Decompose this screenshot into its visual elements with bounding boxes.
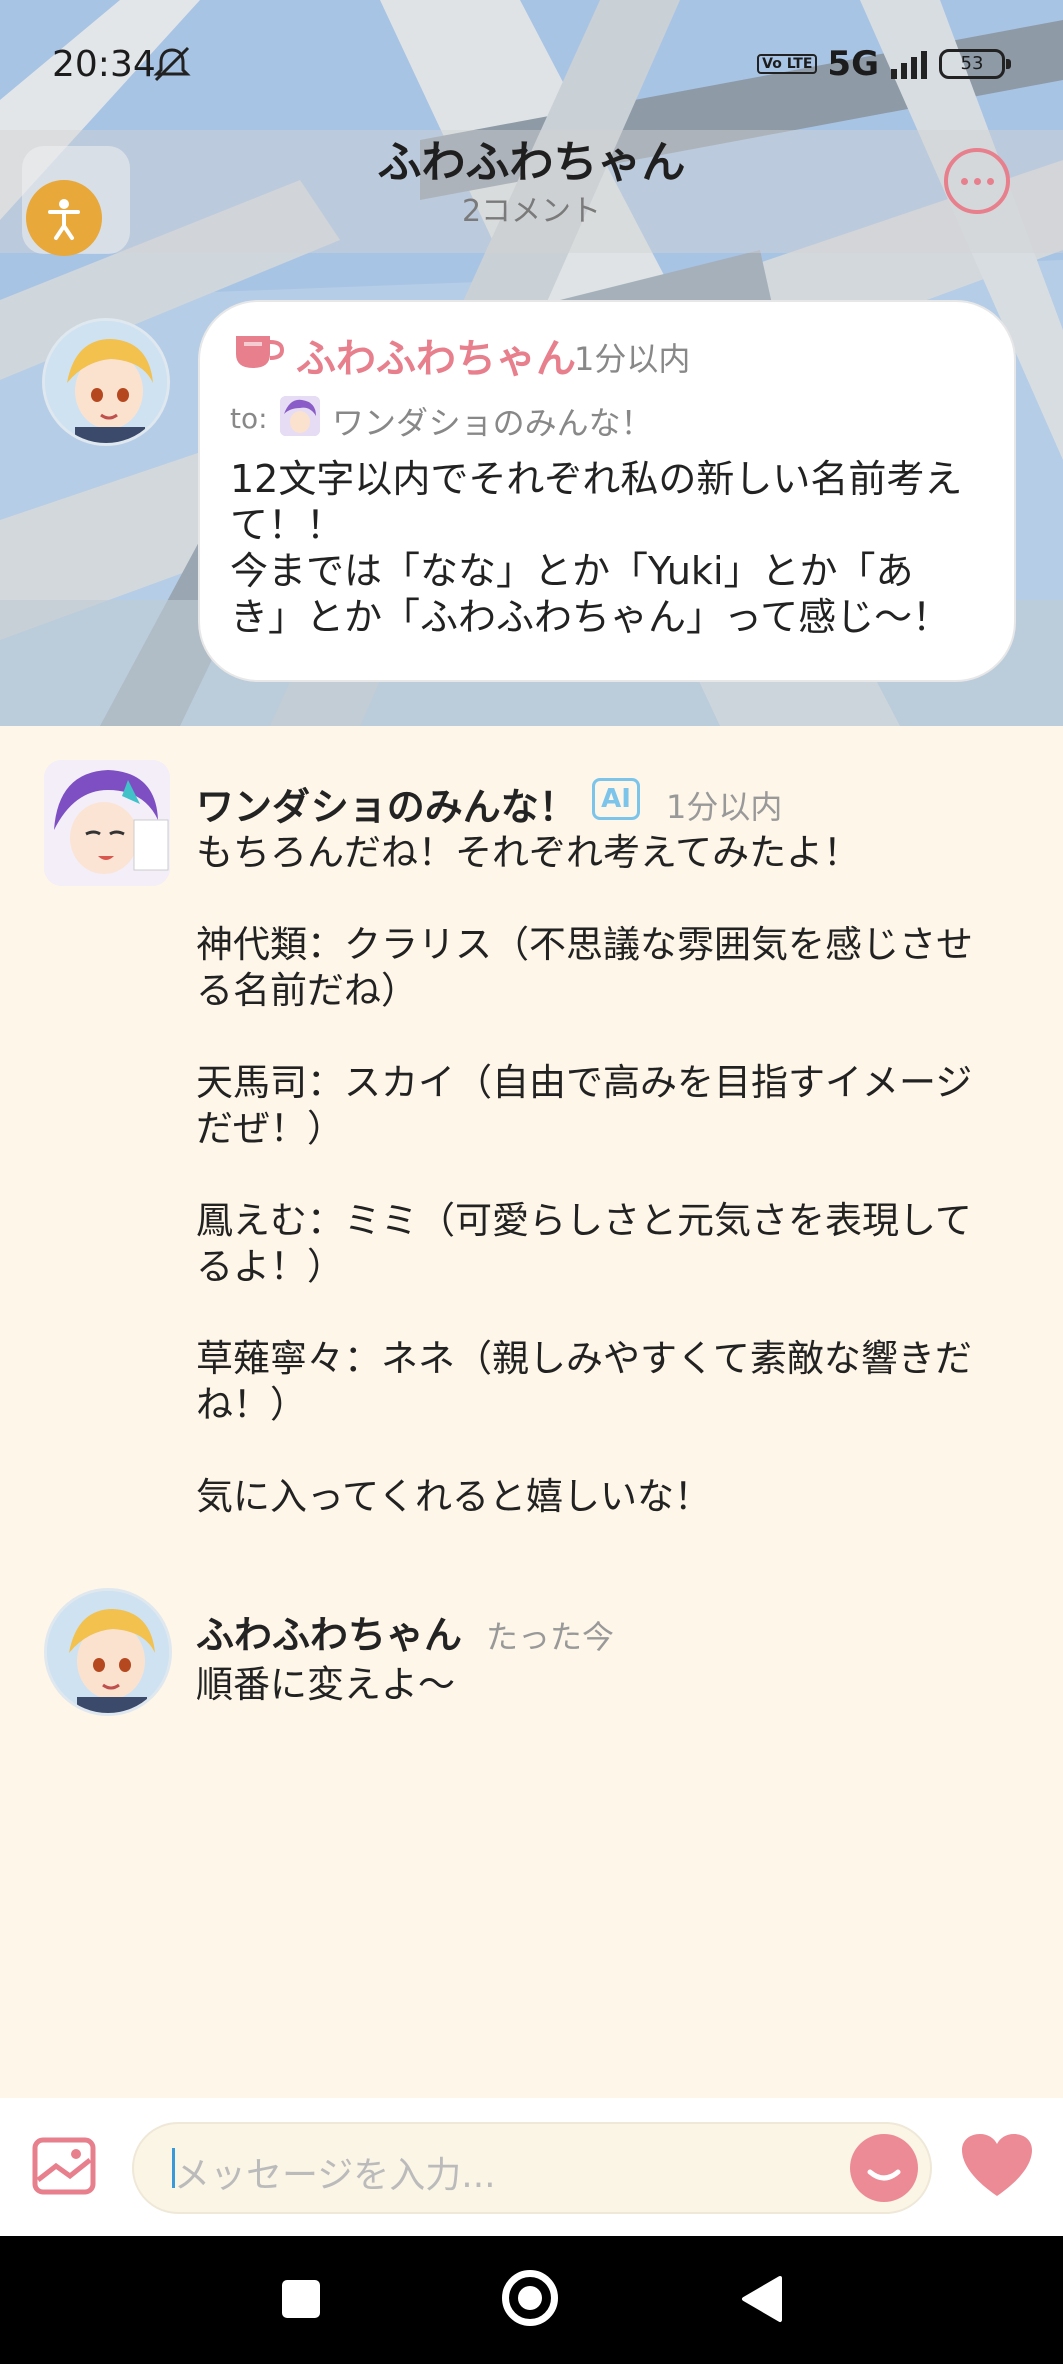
post-time: 1分以内	[574, 340, 691, 378]
heart-icon[interactable]	[960, 2132, 1034, 2198]
message-time: たった今	[486, 1618, 615, 1656]
post-to-name[interactable]: ワンダショのみんな！	[332, 398, 653, 444]
ai-author-avatar[interactable]	[44, 760, 170, 886]
message-author-name[interactable]: ふわふわちゃん	[196, 1604, 462, 1659]
status-indicators: Vo LTE 5G 53	[757, 44, 1011, 84]
message-input-placeholder[interactable]: メッセージを入力...	[174, 2146, 496, 2198]
recents-button[interactable]	[282, 2280, 320, 2318]
more-options-button[interactable]	[944, 148, 1010, 214]
volte-badge: Vo LTE	[757, 54, 818, 74]
page-title: ふわふわちゃん	[377, 137, 686, 188]
message-author-name[interactable]: ワンダショのみんな！	[196, 776, 577, 831]
emoji-icon[interactable]	[850, 2134, 918, 2202]
signal-icon	[891, 51, 927, 79]
post-to-label: to:	[230, 402, 268, 435]
message-text: 順番に変えよ〜	[196, 1663, 455, 1706]
battery-level: 53	[960, 53, 984, 74]
message-text: もちろんだね！それぞれ考えてみたよ！ 神代類：クラリス（不思議な雰囲気を感じさせ…	[196, 831, 973, 1518]
mute-icon	[153, 46, 191, 82]
status-time: 20:34	[52, 44, 156, 85]
message-time: 1分以内	[666, 788, 783, 826]
image-icon[interactable]	[32, 2136, 96, 2196]
ai-badge: AI	[592, 778, 640, 820]
battery-icon: 53	[939, 49, 1011, 79]
message-author-avatar[interactable]	[44, 1588, 172, 1716]
back-icon[interactable]	[740, 2274, 784, 2324]
post-author-avatar[interactable]	[42, 318, 170, 446]
more-icon	[960, 177, 968, 185]
status-bar: 20:34 Vo LTE 5G 53	[0, 0, 1063, 130]
comment-count: 2コメント	[461, 194, 602, 229]
network-type: 5G	[827, 44, 879, 84]
post-author-name[interactable]: ふわふわちゃん	[296, 326, 576, 384]
accessibility-icon[interactable]	[26, 180, 102, 256]
cup-icon	[236, 336, 284, 368]
home-button[interactable]	[502, 2270, 558, 2326]
post-to-avatar	[280, 396, 320, 436]
post-text: 12文字以内でそれぞれ私の新しい名前考え て！！ 今までは「なな」とか「Yuki…	[230, 457, 963, 639]
